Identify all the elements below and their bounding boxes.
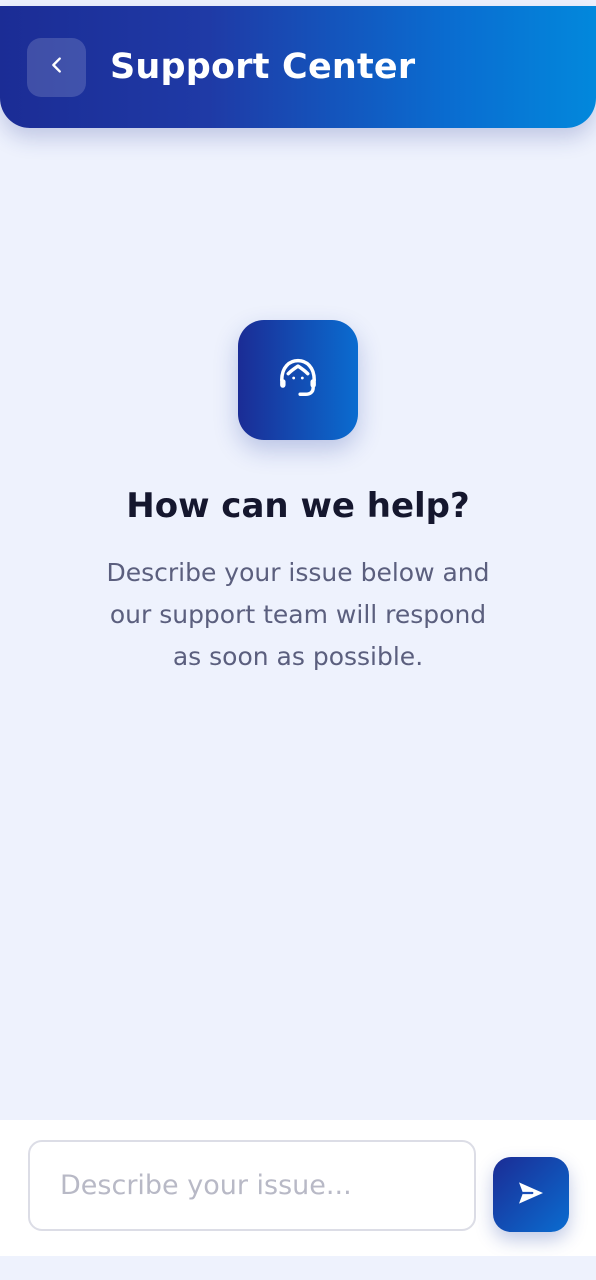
headset-agent-icon [272,352,324,408]
help-description: Describe your issue below and our suppor… [106,558,490,671]
help-intro: How can we help? Describe your issue bel… [0,320,596,678]
support-center-screen: Support Center How can we help? Describe… [0,0,596,1280]
help-heading: How can we help? [126,486,470,526]
back-button[interactable] [27,37,86,97]
page-title: Support Center [110,47,416,87]
navigation-bar-area [0,1256,596,1280]
support-badge [238,320,358,440]
chevron-left-icon [46,54,68,80]
app-header: Support Center [0,6,596,128]
send-arrow-icon [515,1177,547,1212]
message-composer [0,1120,596,1256]
issue-input[interactable] [28,1140,476,1231]
send-button[interactable] [493,1157,569,1232]
